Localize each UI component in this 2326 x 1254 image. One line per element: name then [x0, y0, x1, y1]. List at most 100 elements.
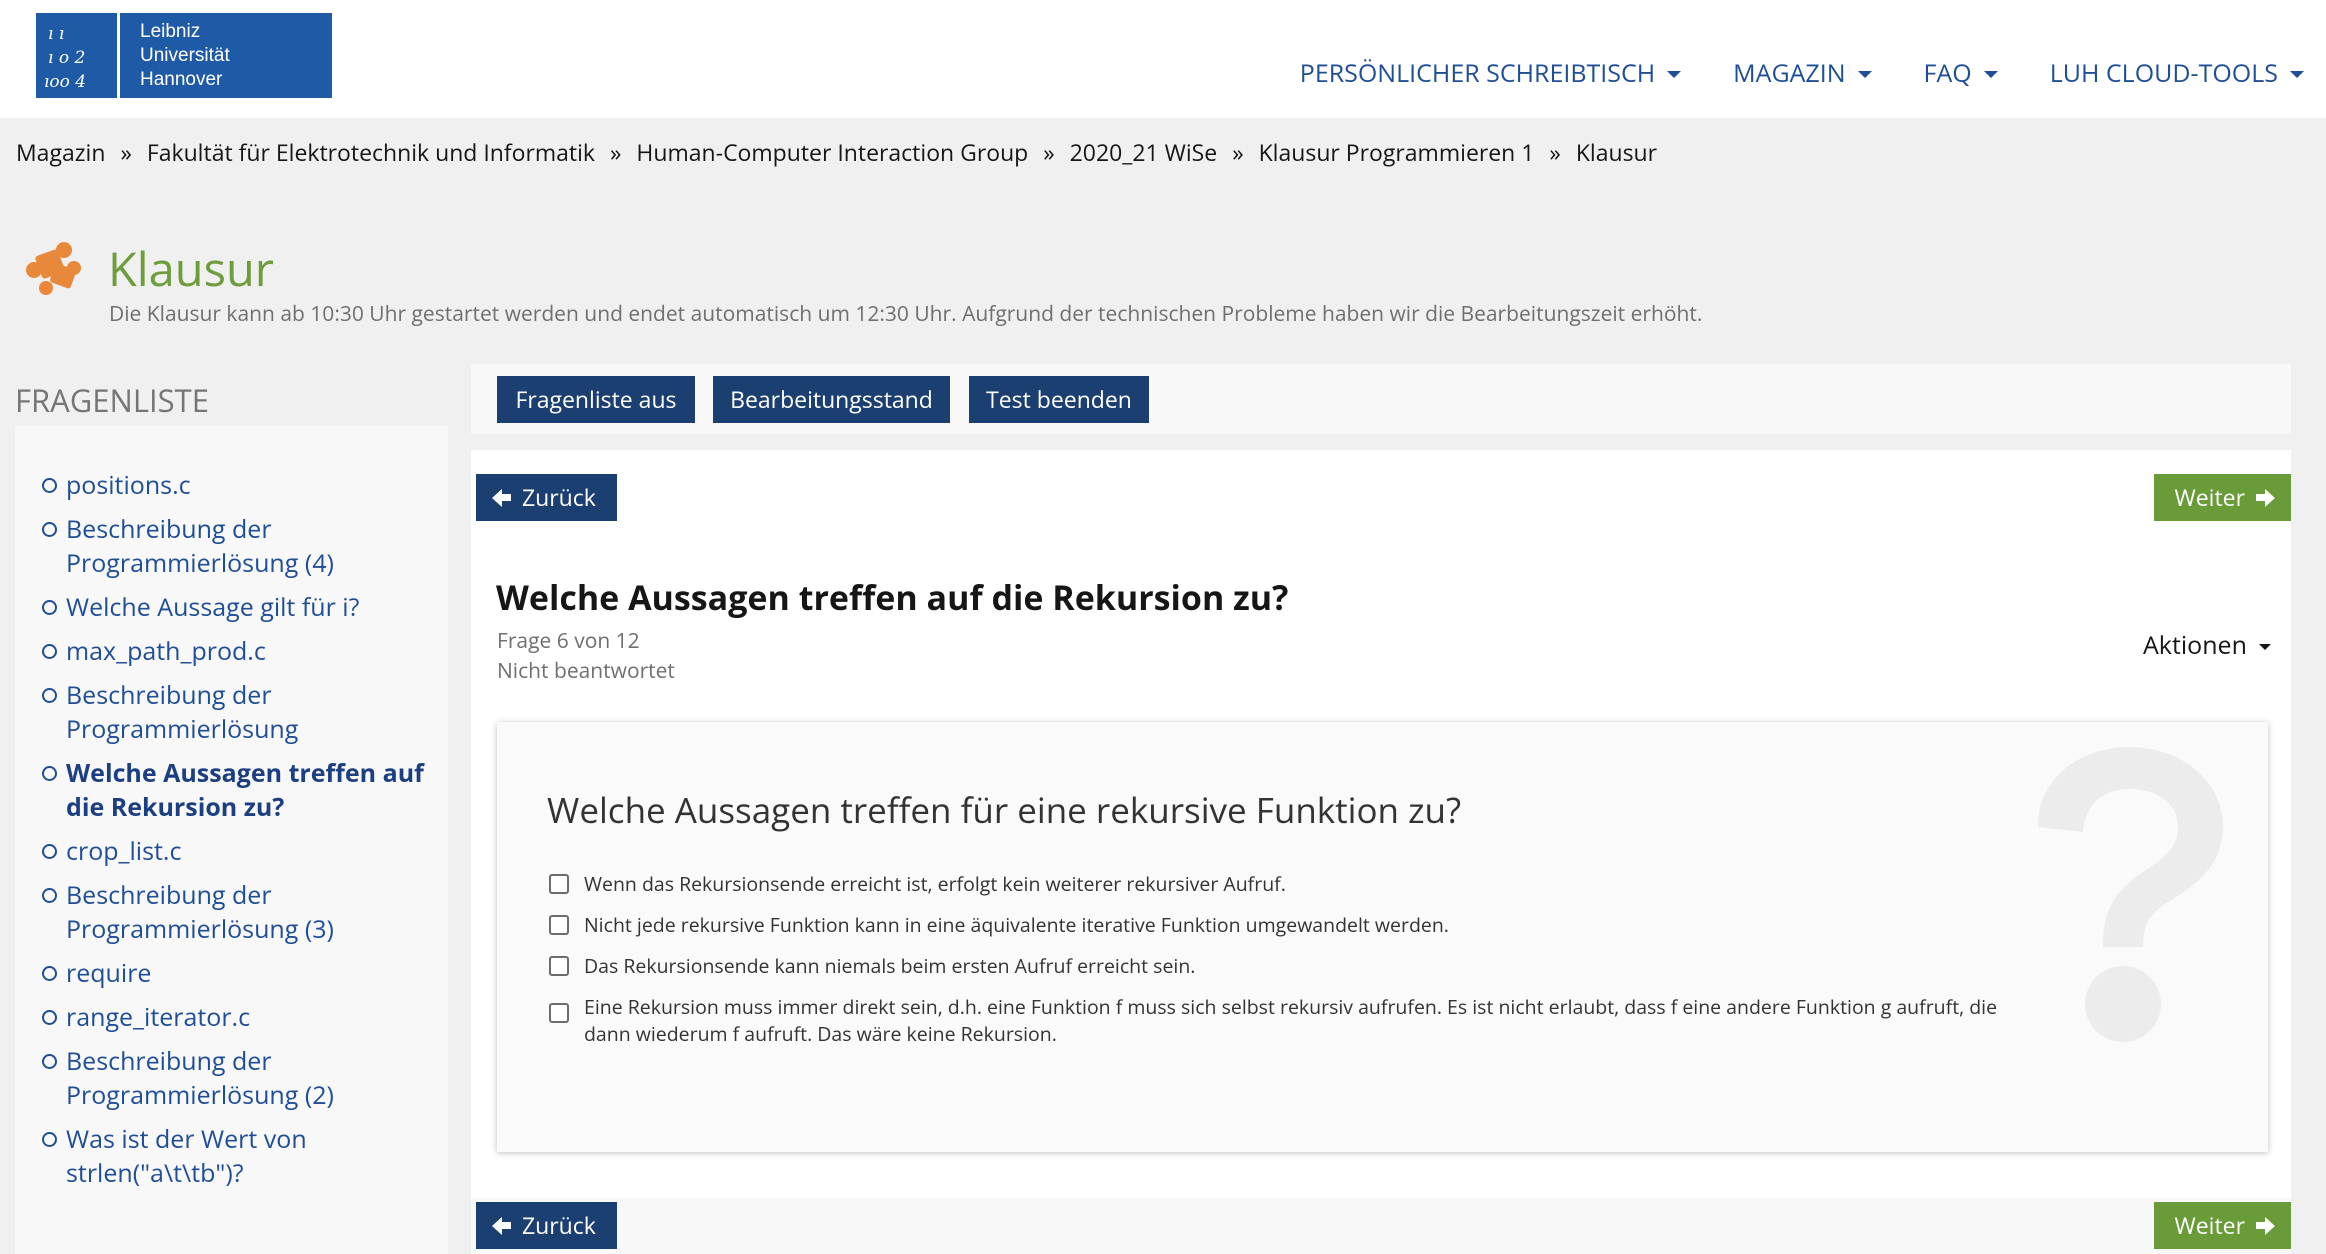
- page-description: Die Klausur kann ab 10:30 Uhr gestartet …: [109, 300, 1703, 328]
- breadcrumb-separator: »: [1232, 136, 1244, 168]
- circle-icon: [42, 478, 57, 493]
- question-list-item-active[interactable]: Welche Aussagen treffen auf die Rekursio…: [40, 756, 440, 824]
- circle-icon: [42, 966, 57, 981]
- logo-line: Universität: [140, 44, 230, 66]
- question-list-label: max_path_prod.c: [66, 634, 266, 668]
- question-list-label: Welche Aussagen treffen auf die Rekursio…: [66, 756, 424, 824]
- answer-checkbox[interactable]: [549, 1003, 569, 1023]
- next-label: Weiter: [2174, 481, 2245, 513]
- nav-personal-desk[interactable]: PERSÖNLICHER SCHREIBTISCH: [1299, 56, 1682, 90]
- next-button-bottom[interactable]: Weiter: [2153, 1202, 2291, 1249]
- question-list-item[interactable]: Beschreibung der Programmierlösung (3): [40, 878, 440, 946]
- back-label: Zurück: [522, 481, 596, 513]
- logo-line: Hannover: [140, 68, 223, 90]
- arrow-left-icon: [492, 488, 502, 507]
- question-list-item[interactable]: Beschreibung der Programmierlösung: [40, 678, 440, 746]
- answer-text: Eine Rekursion muss immer direkt sein, d…: [584, 993, 1998, 1047]
- nav-magazin[interactable]: MAGAZIN: [1733, 56, 1872, 90]
- progress-button[interactable]: Bearbeitungsstand: [713, 376, 950, 423]
- arrow-left-icon-shaft: [502, 1222, 511, 1229]
- university-logo[interactable]: ı ı ı o 2 ıoo 4 Leibniz Universität Hann…: [36, 13, 332, 98]
- breadcrumb-separator: »: [1043, 136, 1055, 168]
- toggle-question-list-button[interactable]: Fragenliste aus: [497, 376, 695, 423]
- page-title: Klausur: [108, 236, 275, 300]
- sidebar-heading: FRAGENLISTE: [15, 380, 209, 422]
- question-list-item[interactable]: require: [40, 956, 440, 990]
- question-text: Welche Aussagen treffen für eine rekursi…: [547, 787, 1462, 834]
- circle-icon: [42, 1010, 57, 1025]
- nav-label: PERSÖNLICHER SCHREIBTISCH: [1299, 56, 1656, 90]
- question-list: positions.c Beschreibung der Programmier…: [40, 468, 440, 1200]
- question-list-item[interactable]: positions.c: [40, 468, 440, 502]
- arrow-right-icon: [2265, 1216, 2275, 1235]
- question-list-label: Beschreibung der Programmierlösung (2): [66, 1044, 334, 1112]
- question-title: Welche Aussagen treffen auf die Rekursio…: [496, 574, 1289, 620]
- circle-icon: [42, 688, 57, 703]
- question-list-label: Was ist der Wert von strlen("a\t\tb")?: [66, 1122, 307, 1190]
- test-toolbar: Fragenliste aus Bearbeitungsstand Test b…: [471, 364, 2291, 434]
- breadcrumb-item[interactable]: 2020_21 WiSe: [1070, 136, 1218, 168]
- back-button-bottom[interactable]: Zurück: [476, 1202, 617, 1249]
- caret-down-icon: [2258, 643, 2271, 650]
- finish-test-button[interactable]: Test beenden: [969, 376, 1149, 423]
- question-list-item[interactable]: Was ist der Wert von strlen("a\t\tb")?: [40, 1122, 440, 1190]
- question-list-item[interactable]: range_iterator.c: [40, 1000, 440, 1034]
- answer-text: Das Rekursionsende kann niemals beim ers…: [584, 952, 1196, 979]
- question-list-item[interactable]: Beschreibung der Programmierlösung (2): [40, 1044, 440, 1112]
- answer-option: Nicht jede rekursive Funktion kann in ei…: [549, 911, 1999, 938]
- breadcrumb-item[interactable]: Magazin: [16, 136, 105, 168]
- nav-cloud-tools[interactable]: LUH CLOUD-TOOLS: [2050, 56, 2304, 90]
- answer-checkbox[interactable]: [549, 915, 569, 935]
- question-list-label: Beschreibung der Programmierlösung (4): [66, 512, 334, 580]
- question-list-label: crop_list.c: [66, 834, 182, 868]
- circle-icon: [42, 844, 57, 859]
- answer-checkbox[interactable]: [549, 956, 569, 976]
- answer-option: Eine Rekursion muss immer direkt sein, d…: [549, 993, 1999, 1047]
- next-button[interactable]: Weiter: [2153, 474, 2291, 521]
- breadcrumb-item[interactable]: Fakultät für Elektrotechnik und Informat…: [147, 136, 595, 168]
- question-card: Welche Aussagen treffen für eine rekursi…: [497, 722, 2268, 1152]
- arrow-left-icon: [492, 1216, 502, 1235]
- answer-option: Das Rekursionsende kann niemals beim ers…: [549, 952, 1999, 979]
- svg-text:ıoo 4: ıoo 4: [44, 72, 86, 91]
- arrow-left-icon-shaft: [502, 494, 511, 501]
- question-list-label: Beschreibung der Programmierlösung: [66, 678, 299, 746]
- breadcrumb-item[interactable]: Human-Computer Interaction Group: [636, 136, 1028, 168]
- bottom-navigation: [471, 1198, 2291, 1254]
- breadcrumb-separator: »: [120, 136, 132, 168]
- question-list-item[interactable]: Beschreibung der Programmierlösung (4): [40, 512, 440, 580]
- nav-label: MAGAZIN: [1733, 56, 1846, 90]
- question-list-item[interactable]: Welche Aussage gilt für i?: [40, 590, 440, 624]
- caret-down-icon: [1857, 71, 1872, 78]
- breadcrumb-separator: »: [610, 136, 622, 168]
- logo-mark: ı ı ı o 2 ıoo 4: [36, 13, 120, 98]
- nav-faq[interactable]: FAQ: [1924, 56, 1998, 90]
- question-list-label: range_iterator.c: [66, 1000, 251, 1034]
- caret-down-icon: [1667, 71, 1682, 78]
- answer-options: Wenn das Rekursionsende erreicht ist, er…: [549, 870, 1999, 1061]
- caret-down-icon: [1983, 71, 1998, 78]
- logo-text: Leibniz Universität Hannover: [140, 20, 230, 92]
- nav-label: LUH CLOUD-TOOLS: [2049, 56, 2278, 90]
- answer-text: Nicht jede rekursive Funktion kann in ei…: [584, 911, 1449, 938]
- circle-icon: [42, 644, 57, 659]
- actions-dropdown[interactable]: Aktionen: [2143, 628, 2271, 662]
- breadcrumb-item-current[interactable]: Klausur: [1576, 136, 1657, 168]
- caret-down-icon: [2290, 71, 2304, 78]
- circle-icon: [42, 600, 57, 615]
- top-header: ı ı ı o 2 ıoo 4 Leibniz Universität Hann…: [0, 0, 2326, 118]
- question-list-label: Welche Aussage gilt für i?: [66, 590, 360, 624]
- answer-checkbox[interactable]: [549, 874, 569, 894]
- actions-label: Aktionen: [2143, 628, 2247, 662]
- question-list-item[interactable]: max_path_prod.c: [40, 634, 440, 668]
- question-list-item[interactable]: crop_list.c: [40, 834, 440, 868]
- circle-icon: [42, 888, 57, 903]
- breadcrumb: Magazin » Fakultät für Elektrotechnik und …: [16, 136, 1657, 168]
- breadcrumb-separator: »: [1549, 136, 1561, 168]
- back-button[interactable]: Zurück: [476, 474, 617, 521]
- logo-line: Leibniz: [140, 20, 201, 42]
- circle-icon: [42, 522, 57, 537]
- arrow-right-icon-shaft: [2256, 494, 2265, 501]
- breadcrumb-item[interactable]: Klausur Programmieren 1: [1259, 136, 1535, 168]
- question-counter: Frage 6 von 12: [497, 627, 640, 655]
